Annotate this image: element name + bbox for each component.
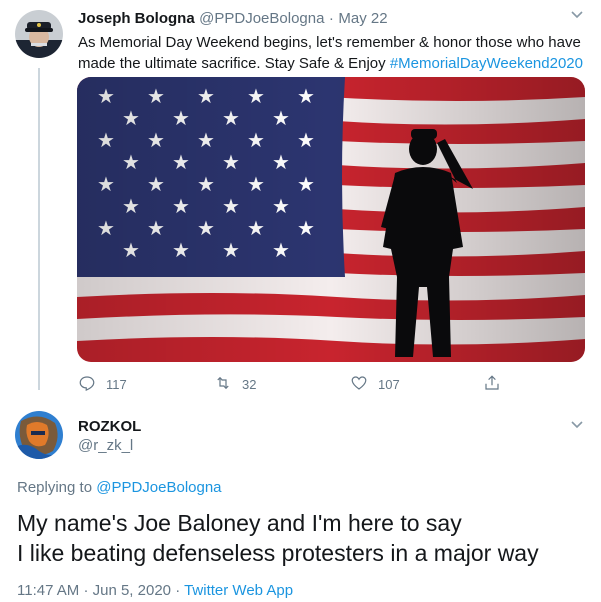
thread-connector-line [38,68,40,390]
like-action[interactable]: 107 [350,374,400,395]
reply-text: My name's Joe Baloney and I'm here to sa… [17,508,592,568]
reply-text-line-1: My name's Joe Baloney and I'm here to sa… [17,510,462,536]
reply-action[interactable]: 117 [78,374,127,395]
reply-header: ROZKOL @r_zk_l [78,418,141,454]
like-count: 107 [378,377,400,392]
like-icon[interactable] [350,374,368,395]
reply-author-handle[interactable]: @r_zk_l [78,437,141,454]
retweet-count: 32 [242,377,257,392]
author-handle[interactable]: @PPDJoeBologna [199,10,324,27]
retweet-action[interactable]: 32 [214,374,256,395]
tweet-date[interactable]: May 22 [338,10,387,27]
meta-separator-2: · [175,582,181,599]
retweet-icon[interactable] [214,374,232,395]
reply-author-name[interactable]: ROZKOL [78,418,141,435]
replying-to-label: Replying to [17,479,97,496]
chevron-down-icon[interactable] [570,418,584,435]
share-icon[interactable] [483,374,501,395]
chevron-down-icon[interactable] [570,8,584,25]
flag-soldier-image: ★ ★ ★ ★ ★ ★ ★ ★ ★ ★ ★ ★ ★ ★ ★ ★ [77,77,585,362]
reply-source[interactable]: Twitter Web App [184,582,293,599]
reply-date[interactable]: Jun 5, 2020 [93,582,171,599]
author-avatar[interactable] [15,10,63,58]
reply-meta: 11:47 AM · Jun 5, 2020 · Twitter Web App [17,582,293,599]
share-action[interactable] [483,374,501,395]
replying-to-handle[interactable]: @PPDJoeBologna [96,479,221,496]
reply-icon[interactable] [78,374,96,395]
tweet-image[interactable]: ★ ★ ★ ★ ★ ★ ★ ★ ★ ★ ★ ★ ★ ★ ★ ★ [77,77,585,362]
author-name[interactable]: Joseph Bologna [78,10,195,27]
tweet-header: Joseph Bologna @PPDJoeBologna · May 22 [78,10,388,28]
reply-time[interactable]: 11:47 AM [17,582,79,599]
reply-count: 117 [106,377,127,392]
reply-text-line-2: I like beating defenseless protesters in… [17,540,539,566]
replying-to-line: Replying to @PPDJoeBologna [17,479,222,496]
header-separator: · [328,10,334,27]
meta-separator: · [83,582,89,599]
tweet-text: As Memorial Day Weekend begins, let's re… [78,32,588,74]
reply-author-avatar[interactable] [15,411,63,459]
hashtag-link[interactable]: #MemorialDayWeekend2020 [390,55,583,72]
